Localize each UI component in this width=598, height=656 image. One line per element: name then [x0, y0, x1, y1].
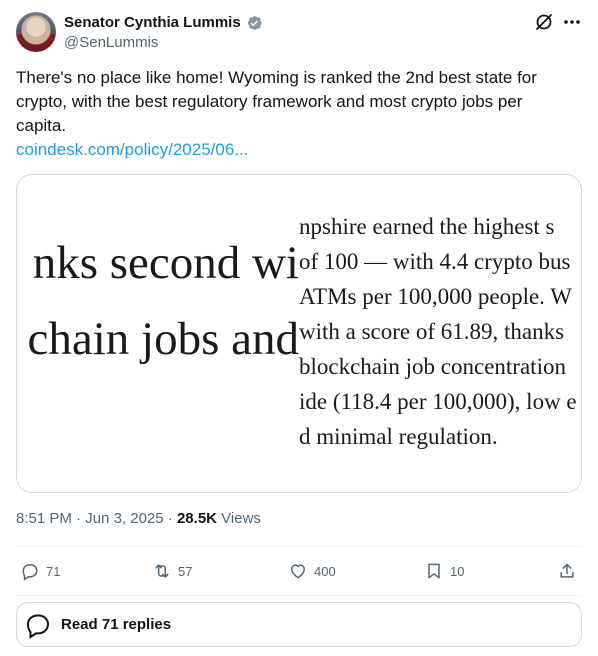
reply-button[interactable]: 71	[20, 559, 60, 583]
tweet-time[interactable]: 8:51 PM	[16, 510, 72, 527]
meta-separator: ·	[167, 510, 177, 527]
grok-icon[interactable]	[534, 12, 554, 32]
repost-button[interactable]: 57	[152, 559, 192, 583]
share-icon	[560, 563, 574, 578]
media-body-line: with a score of 61.89, thanks	[299, 319, 565, 344]
tweet-link[interactable]: coindesk.com/policy/2025/06...	[16, 138, 248, 162]
heart-icon	[291, 564, 305, 579]
repost-count: 57	[178, 563, 193, 579]
author-handle[interactable]: @SenLummis	[64, 33, 158, 53]
media-body-line: npshire earned the highest s	[299, 214, 555, 239]
tweet-text: There's no place like home! Wyoming is r…	[16, 68, 537, 135]
tweet-actions-bar: 71 57 400 10	[16, 559, 582, 583]
tweet-date[interactable]: Jun 3, 2025	[85, 510, 163, 527]
media-body-line: blockchain job concentration	[299, 354, 566, 379]
divider	[16, 595, 582, 596]
media-left-panel: nks second wi chain jobs and	[17, 175, 300, 492]
meta-separator: ·	[76, 510, 86, 527]
avatar[interactable]	[16, 12, 56, 52]
media-right-panel: npshire earned the highest s of 100 — wi…	[299, 175, 581, 492]
like-button[interactable]: 400	[288, 559, 336, 583]
views-label: Views	[221, 510, 261, 527]
views-count: 28.5K	[176, 510, 217, 527]
like-count: 400	[314, 563, 336, 579]
reply-icon	[22, 564, 38, 581]
media-body-line: ATMs per 100,000 people. W	[299, 284, 572, 309]
author-display-name[interactable]: Senator Cynthia Lummis	[64, 13, 241, 33]
bookmark-button[interactable]: 10	[424, 559, 464, 583]
reply-count: 71	[46, 563, 61, 579]
share-button[interactable]	[557, 559, 577, 583]
divider	[16, 546, 582, 547]
author-name-row: Senator Cynthia Lummis	[64, 13, 263, 33]
tweet-header: Senator Cynthia Lummis @SenLummis	[16, 12, 582, 52]
repost-icon	[155, 564, 169, 578]
media-headline-line: nks second wi	[32, 237, 299, 289]
media-body-line: of 100 — with 4.4 crypto bus	[299, 249, 571, 274]
media-body-line: d minimal regulation.	[299, 424, 498, 449]
media-headline-line: chain jobs and	[27, 313, 300, 365]
read-replies-label: Read 71 replies	[61, 616, 172, 633]
tweet-meta: 8:51 PM · Jun 3, 2025 · 28.5K Views	[16, 509, 261, 529]
media-card[interactable]: nks second wi chain jobs and npshire ear…	[16, 174, 582, 493]
media-body-line: ide (118.4 per 100,000), low e	[299, 389, 577, 414]
read-replies-button[interactable]: Read 71 replies	[16, 602, 582, 647]
bookmark-count: 10	[450, 563, 465, 579]
verified-badge-icon	[247, 16, 262, 30]
bookmark-icon	[428, 563, 440, 579]
more-options-icon[interactable]	[562, 12, 582, 32]
reply-bubble-icon	[26, 614, 50, 639]
